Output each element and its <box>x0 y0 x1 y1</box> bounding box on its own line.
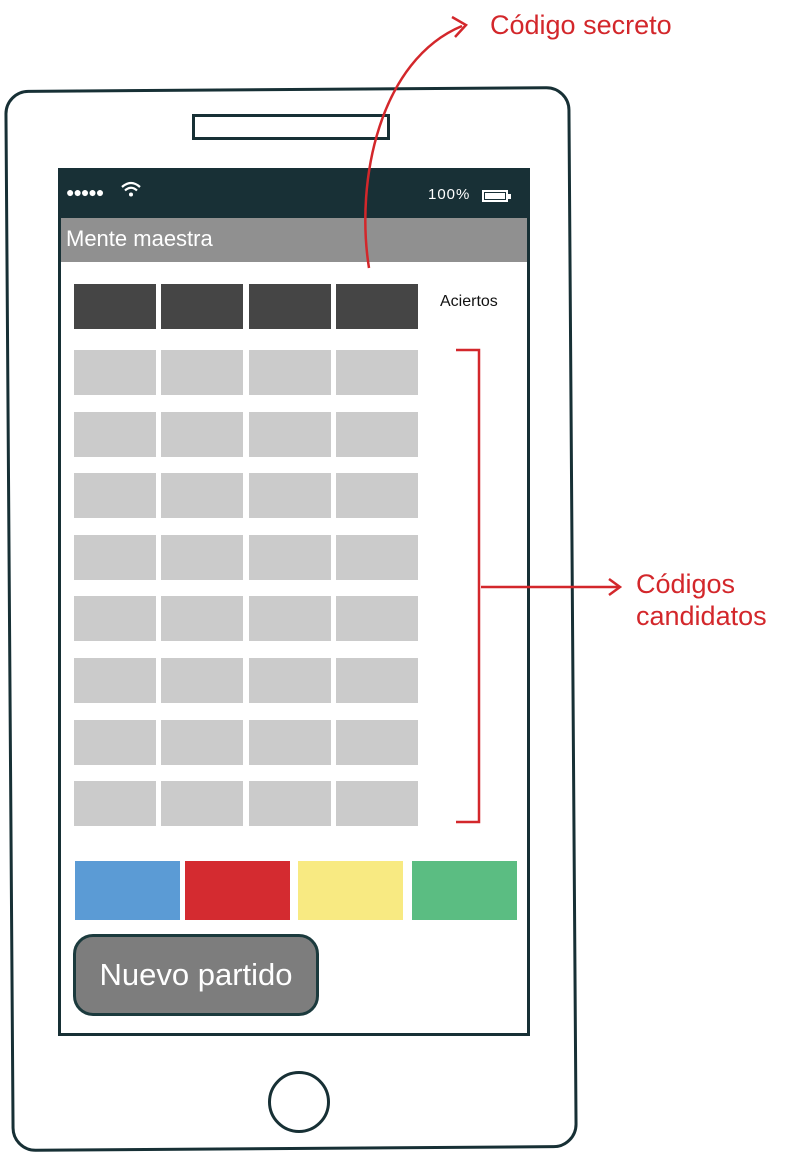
candidates-annotation-line2: candidatos <box>636 601 767 631</box>
candidates-bracket <box>456 348 481 824</box>
candidates-annotation: Códigos candidatos <box>636 568 767 632</box>
secret-code-annotation: Código secreto <box>490 10 672 40</box>
candidates-annotation-line1: Códigos <box>636 569 736 599</box>
secret-code-arrow <box>364 24 463 269</box>
